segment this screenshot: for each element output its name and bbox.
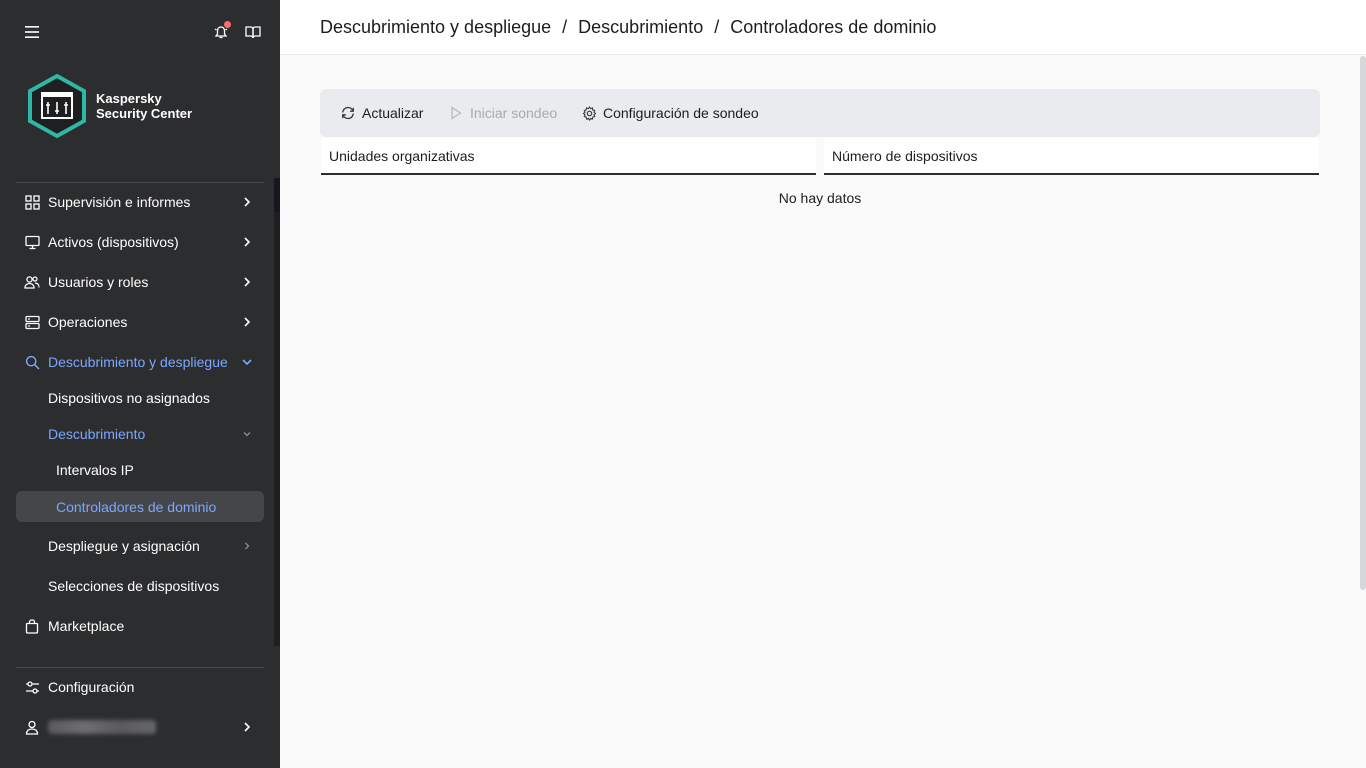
sidebar-item-label: Dispositivos no asignados: [48, 390, 210, 406]
sidebar: Kaspersky Security Center Supervisión e …: [0, 0, 280, 768]
toolbar: Actualizar Iniciar sondeo Configuración …: [320, 89, 1320, 137]
gear-icon: [581, 105, 597, 121]
sidebar-item-descubrimiento-despliegue[interactable]: Descubrimiento y despliegue: [16, 346, 264, 378]
main-content: Descubrimiento y despliegue / Descubrimi…: [280, 0, 1366, 768]
column-header-numero-dispositivos[interactable]: Número de dispositivos: [824, 138, 1319, 175]
notifications-bell-icon[interactable]: [209, 20, 233, 44]
sidebar-item-label: Descubrimiento y despliegue: [48, 354, 228, 370]
server-icon: [24, 314, 40, 330]
breadcrumb-item-descubrimiento[interactable]: Descubrimiento: [578, 17, 703, 38]
chevron-down-icon: [240, 427, 254, 441]
refresh-label: Actualizar: [362, 105, 424, 121]
sidebar-item-label: Despliegue y asignación: [48, 538, 200, 554]
search-icon: [24, 354, 40, 370]
poll-settings-button[interactable]: Configuración de sondeo: [581, 103, 759, 123]
breadcrumb-item-descubrimiento-despliegue[interactable]: Descubrimiento y despliegue: [320, 17, 551, 38]
logo-text-line1: Kaspersky: [96, 91, 162, 106]
users-icon: [24, 274, 40, 290]
sidebar-item-label: Controladores de dominio: [56, 498, 217, 515]
breadcrumb: Descubrimiento y despliegue / Descubrimi…: [280, 0, 1366, 55]
sidebar-top-bar: [0, 0, 280, 64]
dashboard-icon: [24, 194, 40, 210]
logo-text-line2: Security Center: [96, 106, 193, 121]
monitor-icon: [24, 234, 40, 250]
refresh-icon: [340, 105, 356, 121]
chevron-right-icon: [240, 539, 254, 553]
poll-settings-label: Configuración de sondeo: [603, 105, 759, 121]
sidebar-item-controladores-de-dominio[interactable]: Controladores de dominio: [16, 491, 264, 522]
sidebar-item-operaciones[interactable]: Operaciones: [16, 306, 264, 338]
sidebar-item-configuracion[interactable]: Configuración: [16, 671, 264, 703]
sidebar-item-selecciones-dispositivos[interactable]: Selecciones de dispositivos: [16, 570, 264, 602]
bag-icon: [24, 618, 40, 634]
sidebar-item-dispositivos-no-asignados[interactable]: Dispositivos no asignados: [16, 382, 264, 414]
chevron-right-icon: [240, 720, 254, 734]
sidebar-item-label: Activos (dispositivos): [48, 234, 179, 250]
sidebar-item-label: Selecciones de dispositivos: [48, 578, 220, 594]
main-scrollbar[interactable]: [1360, 56, 1366, 590]
user-icon: [24, 719, 40, 735]
redacted-username: [48, 720, 156, 734]
sidebar-item-label: Intervalos IP: [56, 462, 134, 478]
chevron-right-icon: [240, 235, 254, 249]
chevron-down-icon: [240, 355, 254, 369]
sidebar-item-label: Supervisión e informes: [48, 194, 191, 210]
sidebar-item-label: Configuración: [48, 679, 135, 695]
sidebar-item-despliegue-asignacion[interactable]: Despliegue y asignación: [16, 530, 264, 562]
sidebar-item-label: Marketplace: [48, 618, 125, 634]
breadcrumb-separator: /: [714, 16, 720, 37]
sidebar-item-supervision[interactable]: Supervisión e informes: [16, 186, 264, 218]
kaspersky-logo: Kaspersky Security Center: [26, 72, 226, 140]
refresh-button[interactable]: Actualizar: [340, 103, 423, 123]
sidebar-item-intervalos-ip[interactable]: Intervalos IP: [16, 454, 264, 486]
sidebar-divider-bottom: [16, 667, 264, 668]
breadcrumb-separator: /: [562, 16, 568, 37]
chevron-right-icon: [240, 315, 254, 329]
breadcrumb-item-controladores-de-dominio: Controladores de dominio: [730, 16, 937, 37]
chevron-right-icon: [240, 275, 254, 289]
sidebar-item-descubrimiento[interactable]: Descubrimiento: [16, 418, 264, 450]
sidebar-item-label: Descubrimiento: [48, 426, 146, 442]
kaspersky-hexagon-icon: [28, 73, 86, 139]
start-poll-button[interactable]: Iniciar sondeo: [448, 103, 557, 123]
play-icon: [448, 105, 464, 121]
sidebar-item-marketplace[interactable]: Marketplace: [16, 610, 264, 642]
start-poll-label: Iniciar sondeo: [470, 105, 558, 121]
hamburger-menu-icon[interactable]: [20, 20, 44, 44]
column-header-unidades-organizativas[interactable]: Unidades organizativas: [321, 138, 816, 175]
book-help-icon[interactable]: [241, 20, 265, 44]
chevron-right-icon: [240, 195, 254, 209]
empty-table-message: No hay datos: [778, 190, 862, 206]
sliders-icon: [24, 679, 40, 695]
sidebar-divider-top: [16, 182, 264, 183]
sidebar-item-activos[interactable]: Activos (dispositivos): [16, 226, 264, 258]
sidebar-item-label: Usuarios y roles: [48, 274, 149, 290]
notification-dot: [224, 21, 231, 28]
sidebar-item-usuarios[interactable]: Usuarios y roles: [16, 266, 264, 298]
sidebar-item-label: Operaciones: [48, 314, 128, 330]
